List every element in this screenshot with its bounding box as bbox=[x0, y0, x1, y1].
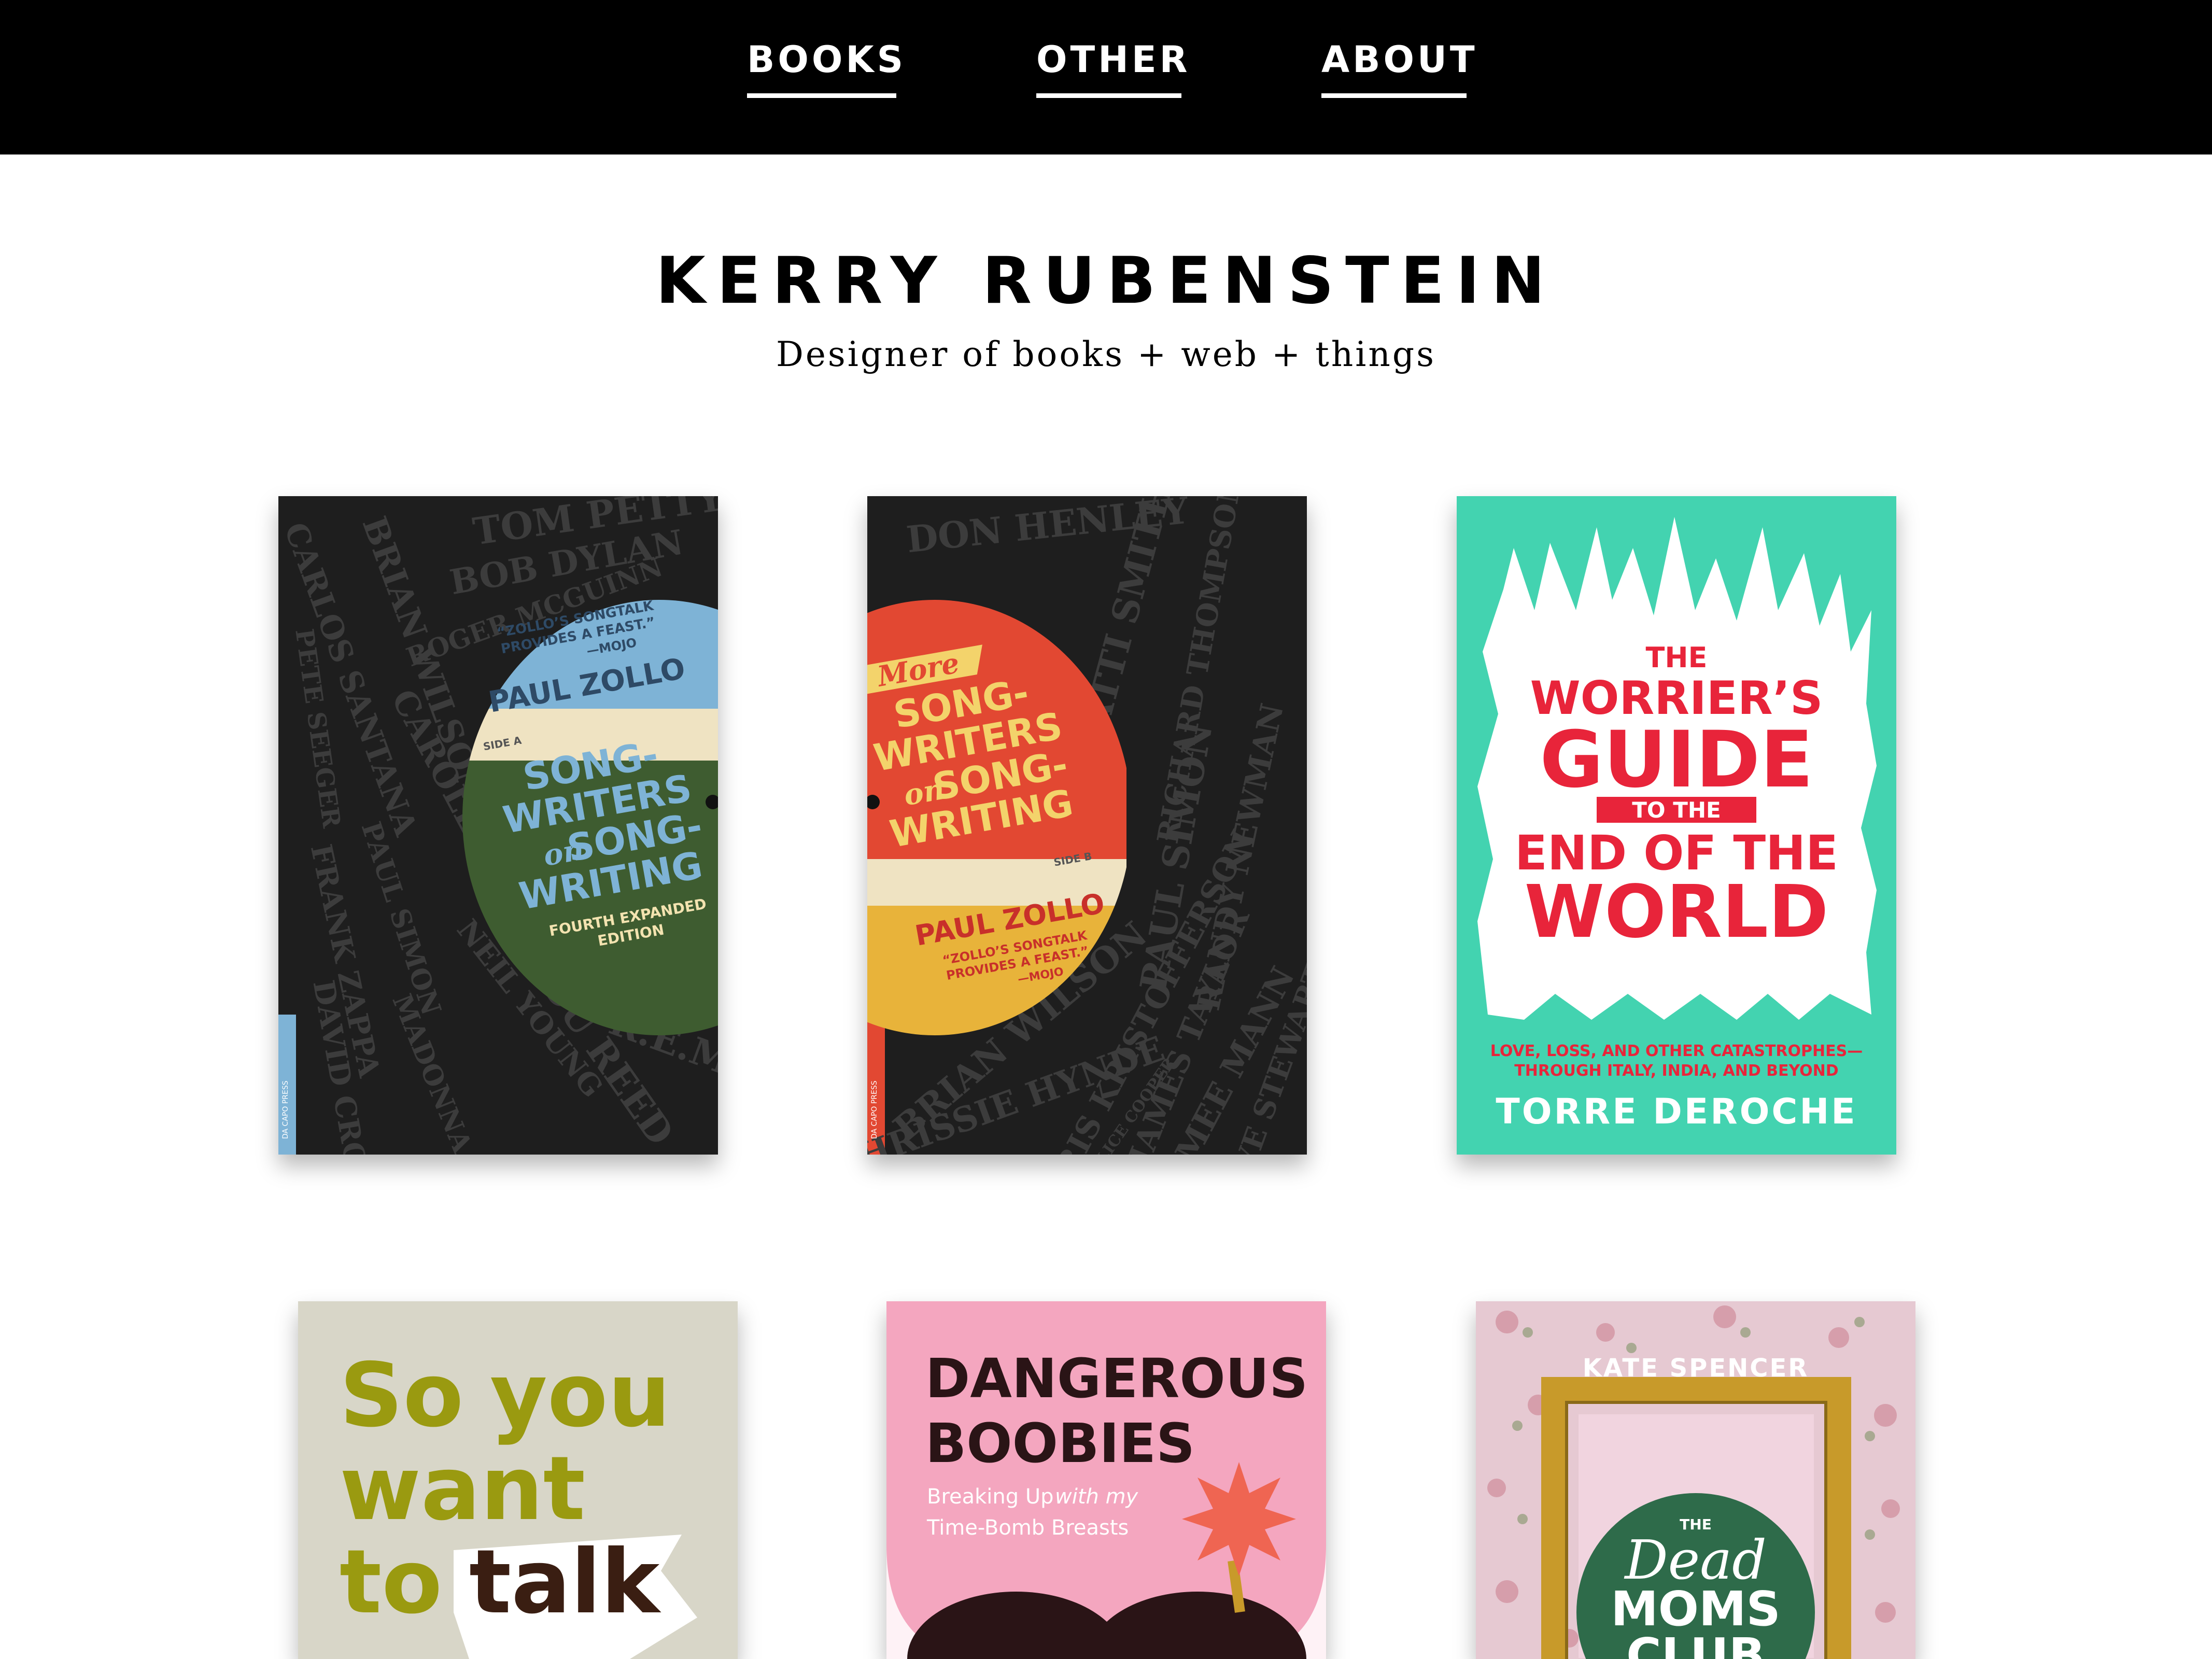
publisher-spine-text: DA CAPO PRESS bbox=[281, 1080, 290, 1139]
cover-title-to-the: TO THE bbox=[1632, 797, 1721, 823]
cover-title-word: you bbox=[490, 1344, 671, 1447]
dead-moms-club-cover-art: KATE SPENCER THE Dead MOMS CLUB bbox=[1476, 1301, 1915, 1659]
worriers-guide-cover-art: THE WORRIER’S GUIDE TO THE END OF THE WO… bbox=[1457, 496, 1896, 1155]
cover-title-line: BOOBIES bbox=[925, 1412, 1195, 1475]
site-title: KERRY RUBENSTEIN bbox=[655, 244, 1557, 318]
cover-title-the: THE bbox=[1646, 641, 1708, 674]
cover-subtitle: THROUGH ITALY, INDIA, AND BEYOND bbox=[1514, 1062, 1838, 1080]
cover-subtitle: LOVE, LOSS, AND OTHER CATASTROPHES— bbox=[1490, 1042, 1863, 1060]
top-navigation-bar: BOOKS OTHER ABOUT bbox=[0, 0, 2212, 154]
nav-link-about[interactable]: ABOUT bbox=[1321, 31, 1475, 98]
cover-title-word: So bbox=[340, 1344, 463, 1447]
explosion-burst-icon bbox=[1182, 1462, 1296, 1576]
dangerous-boobies-cover-art: DANGEROUS BOOBIES Breaking Up with my Ti… bbox=[886, 1301, 1326, 1659]
cover-title-word: talk bbox=[469, 1531, 661, 1634]
cover-title-line: CLUB bbox=[1626, 1628, 1765, 1659]
book-cover-worriers-guide[interactable]: THE WORRIER’S GUIDE TO THE END OF THE WO… bbox=[1457, 496, 1896, 1155]
cover-subtitle: Time-Bomb Breasts bbox=[926, 1516, 1129, 1540]
book-cover-dead-moms-club[interactable]: KATE SPENCER THE Dead MOMS CLUB bbox=[1476, 1301, 1915, 1659]
so-you-want-cover-art: So you want to talk bbox=[298, 1301, 738, 1659]
book-cover-so-you-want-to-talk[interactable]: So you want to talk bbox=[298, 1301, 738, 1659]
book-cover-more-songwriters-on-songwriting[interactable]: DON HENLEY PATTI SMITH PAUL SIMON BRIAN … bbox=[867, 496, 1307, 1155]
site-tagline: Designer of books + web + things bbox=[776, 334, 1436, 374]
cover-title-word: want bbox=[340, 1438, 585, 1540]
nav-link-books[interactable]: BOOKS bbox=[747, 31, 903, 98]
book-cover-dangerous-boobies[interactable]: DANGEROUS BOOBIES Breaking Up with my Ti… bbox=[886, 1301, 1326, 1659]
cover-author: TORRE DEROCHE bbox=[1496, 1091, 1857, 1132]
cover-title-word: to bbox=[340, 1531, 442, 1634]
publisher-spine-text: DA CAPO PRESS bbox=[870, 1080, 879, 1139]
nav-link-other[interactable]: OTHER bbox=[1036, 31, 1188, 98]
cover-subtitle: with my bbox=[1055, 1485, 1139, 1509]
songwriters-cover-art: TOM PETTY BOB DYLAN CARLOS SANTANA BRIAN… bbox=[278, 496, 718, 1155]
cover-title-line: DANGEROUS bbox=[925, 1347, 1308, 1410]
cover-title-line: WORLD bbox=[1525, 870, 1829, 954]
cover-subtitle: Breaking Up bbox=[927, 1485, 1054, 1509]
cover-author: KATE SPENCER bbox=[1583, 1354, 1809, 1383]
cover-title-line: GUIDE bbox=[1540, 715, 1813, 805]
more-songwriters-cover-art: DON HENLEY PATTI SMITH PAUL SIMON BRIAN … bbox=[867, 496, 1307, 1155]
book-cover-songwriters-on-songwriting[interactable]: TOM PETTY BOB DYLAN CARLOS SANTANA BRIAN… bbox=[278, 496, 718, 1155]
